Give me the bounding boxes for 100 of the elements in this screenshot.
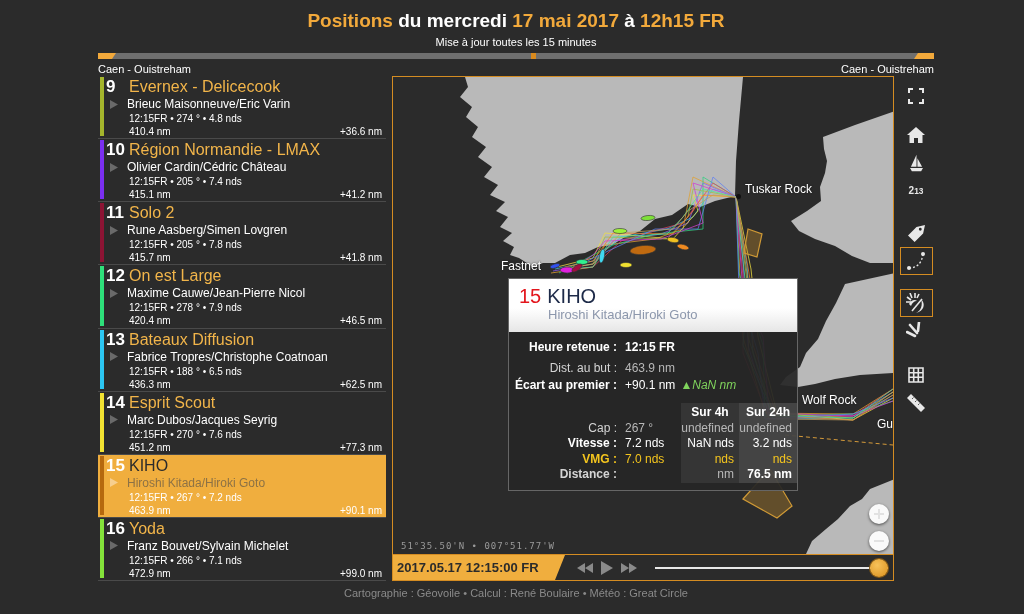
boat-marker[interactable]: [575, 259, 589, 265]
wind-button[interactable]: [899, 289, 933, 317]
home-icon: [907, 127, 925, 143]
leaderboard-item[interactable]: 13 Bateaux Diffusion Fabrice Tropres/Christophe Coatnoan 12:15FR • 188 ° • 6.5 nds 436.3 nm +62.5 nm: [98, 328, 386, 392]
crew-names: Olivier Cardin/Cédric Château: [127, 160, 287, 175]
boat-marker[interactable]: [640, 215, 656, 221]
triangle-icon[interactable]: [110, 352, 118, 361]
triangle-icon[interactable]: [110, 541, 118, 551]
position-info: 12:15FR • 266 ° • 7.1 nds: [128, 553, 243, 567]
leaderboard-item[interactable]: 9 Evernex - Delicecook Brieuc Maisonneuve/Eric Varin 12:15FR • 274 ° • 4.8 nds 410.4 nm +36.6 nm: [98, 76, 386, 140]
gap-to-leader: +41.8 nm: [340, 251, 382, 265]
boat-marker[interactable]: [666, 237, 680, 243]
timeline-slider[interactable]: [655, 558, 888, 577]
credits-text: Cartographie : Géovoile • Calcul : René Boulaire • Météo : Great Circle: [343, 586, 689, 600]
gap-to-leader: +90.1 nm: [340, 503, 382, 517]
boat-marker[interactable]: [598, 248, 606, 264]
field-value: 12:15 FR: [625, 339, 676, 355]
boat-name: Région Normandie - LMAX: [129, 140, 321, 160]
crew-names: Franz Bouvet/Sylvain Michelet: [127, 538, 289, 553]
crew-names: Rune Aasberg/Simen Lovgren: [127, 223, 288, 238]
position-info: 12:15FR • 270 ° • 7.6 nds: [128, 427, 243, 441]
field-label: Dist. au but :: [548, 360, 618, 376]
page-title: Positions du mercredi 17 mai 2017 à 12h15 FR: [306, 9, 726, 33]
field-label: Heure retenue :: [527, 339, 618, 355]
forward-icon[interactable]: [621, 562, 637, 573]
course-start-segment: [98, 53, 116, 59]
stat-label: VMG :: [581, 451, 618, 467]
finish-label: Caen - Ouistreham: [841, 62, 934, 76]
ruler-icon: [906, 393, 926, 413]
boat-marker[interactable]: [549, 263, 561, 269]
crew-names: Maxime Cauwe/Jean-Pierre Nicol: [127, 286, 306, 301]
crew-names: Brieuc Maisonneuve/Eric Varin: [127, 97, 291, 111]
crew-names: Hiroshi Kitada/Hiroki Goto: [127, 475, 266, 490]
rank-number: 15: [106, 455, 126, 475]
rank-number: 9: [106, 77, 117, 96]
stat-cell: undefined: [681, 420, 739, 436]
leaderboard-item[interactable]: 16 Yoda Franz Bouvet/Sylvain Michelet 12:15FR • 266 ° • 7.1 nds 472.9 nm +99.0 nm: [98, 517, 386, 581]
stat-label: Distance :: [558, 467, 618, 483]
position-info: 12:15FR • 205 ° • 7.4 nds: [128, 175, 243, 189]
boat-name: Yoda: [129, 518, 165, 538]
boat-marker[interactable]: [559, 266, 575, 274]
distance-to-finish: 415.7 nm: [129, 251, 171, 265]
field-value: 463.9 nm: [625, 360, 676, 376]
field-value: +90.1 nm: [625, 377, 676, 393]
distance-to-finish: 436.3 nm: [129, 377, 171, 391]
column-header: Sur 24h: [739, 403, 797, 421]
boat-marker[interactable]: [619, 262, 633, 268]
boat-name: Evernex - Delicecook: [129, 77, 281, 96]
triangle-icon[interactable]: [110, 288, 118, 298]
triangle-icon[interactable]: [110, 225, 118, 235]
boat-marker[interactable]: [676, 243, 690, 251]
leaderboard-item[interactable]: 15 KIHO Hiroshi Kitada/Hiroki Goto 12:15FR • 267 ° • 7.2 nds 463.9 nm +90.1 nm: [98, 454, 386, 518]
course-finish-segment: [914, 53, 934, 59]
crew-names: Hiroshi Kitada/Hiroki Goto: [547, 307, 699, 323]
boat-marker[interactable]: [612, 228, 628, 234]
place-label: Fastnet: [501, 259, 542, 273]
stat-value: 267 °: [625, 420, 655, 436]
crew-names: Marc Dubos/Jacques Seyrig: [127, 412, 278, 427]
gap-to-leader: +77.3 nm: [340, 440, 382, 454]
leaderboard-item[interactable]: 11 Solo 2 Rune Aasberg/Simen Lovgren 12:15FR • 205 ° • 7.8 nds 415.7 nm +41.8 nm: [98, 202, 386, 266]
leaderboard-item[interactable]: 10 Région Normandie - LMAX Olivier Cardin/Cédric Château 12:15FR • 205 ° • 7.4 nds 415.1 nm +41.2 nm: [98, 139, 386, 203]
fullscreen-icon: [908, 88, 924, 104]
place-label: Wolf Rock: [802, 393, 857, 407]
crew-names: Fabrice Tropres/Christophe Coatnoan: [127, 349, 328, 364]
gap-to-leader: +46.5 nm: [340, 314, 382, 328]
boat-marker[interactable]: [571, 263, 583, 273]
tag-icon: [907, 224, 925, 242]
waypoint-dot-icon: [736, 194, 741, 199]
distance-to-finish: 463.9 nm: [129, 503, 171, 517]
boat-rank: 15: [519, 285, 542, 307]
distance-to-finish: 451.2 nm: [129, 440, 171, 454]
stat-cell: nds: [681, 451, 739, 467]
field-label: Écart au premier :: [513, 377, 618, 393]
wind-icon: [906, 293, 926, 313]
distance-to-finish: 410.4 nm: [129, 125, 171, 138]
gap-to-leader: +62.5 nm: [340, 377, 382, 391]
boat-name: KIHO: [129, 455, 169, 475]
rank-number: 16: [106, 518, 126, 538]
position-info: 12:15FR • 188 ° • 6.5 nds: [128, 364, 243, 378]
rank-number: 14: [106, 392, 126, 412]
update-note: Mise à jour toutes les 15 minutes: [434, 36, 598, 49]
slider-thumb[interactable]: [870, 558, 888, 577]
position-info: 12:15FR • 267 ° • 7.2 nds: [128, 490, 243, 504]
boat-name: On est Large: [129, 266, 222, 286]
stat-label: Cap :: [587, 420, 618, 436]
rewind-icon[interactable]: [577, 562, 593, 573]
triangle-icon[interactable]: [110, 99, 118, 109]
triangle-icon[interactable]: [110, 162, 118, 172]
position-info: 12:15FR • 205 ° • 7.8 nds: [128, 238, 243, 252]
leaderboard-item[interactable]: 12 On est Large Maxime Cauwe/Jean-Pierre Nicol 12:15FR • 278 ° • 7.9 nds 420.4 nm +46.5 nm: [98, 265, 386, 329]
stat-cell: NaN nds: [681, 436, 739, 452]
stat-cell: nds: [739, 451, 797, 467]
route-button[interactable]: [899, 247, 933, 275]
position-info: 12:15FR • 278 ° • 7.9 nds: [128, 301, 243, 315]
triangle-icon[interactable]: [110, 415, 118, 425]
stat-cell: 3.2 nds: [739, 436, 797, 452]
boat-marker[interactable]: [629, 245, 657, 255]
play-icon[interactable]: [601, 560, 613, 575]
leaderboard-item[interactable]: 14 Esprit Scout Marc Dubos/Jacques Seyrig 12:15FR • 270 ° • 7.6 nds 451.2 nm +77.3 nm: [98, 391, 386, 455]
boat-name: KIHO: [547, 285, 597, 307]
